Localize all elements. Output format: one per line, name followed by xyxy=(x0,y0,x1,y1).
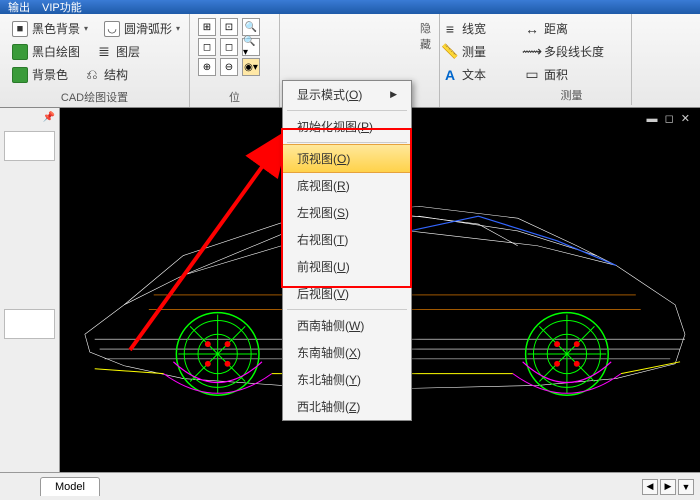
tool-icon[interactable]: ⊡ xyxy=(220,18,238,36)
tool-icon[interactable]: ◻ xyxy=(198,38,216,56)
menu-ne-iso[interactable]: 东北轴侧(Y) xyxy=(283,366,411,393)
menu-key: R xyxy=(337,179,346,193)
menu-text: 西北轴侧 xyxy=(297,400,345,414)
menu-key: O xyxy=(337,152,346,166)
menu-top-view[interactable]: 顶视图(O) xyxy=(282,144,412,173)
menu-text: 显示模式 xyxy=(297,88,345,102)
menu-key: W xyxy=(349,319,360,333)
menu-key: V xyxy=(337,287,345,301)
menu-text: 右视图 xyxy=(297,233,333,247)
menu-text: 底视图 xyxy=(297,179,333,193)
scroll-right-button[interactable]: ▶ xyxy=(660,479,676,495)
menu-key: S xyxy=(337,206,345,220)
btn-label: 测量 xyxy=(462,43,486,60)
btn-bg-color[interactable]: 背景色 xyxy=(8,64,72,85)
menu-key: T xyxy=(337,233,344,247)
btn-label: 多段线长度 xyxy=(544,43,604,60)
btn-measure[interactable]: 📏测量 xyxy=(438,41,502,62)
pin-icon[interactable]: 📌 xyxy=(0,108,59,127)
annotation-arrow xyxy=(110,120,300,360)
tool-icon[interactable]: ⊕ xyxy=(198,58,216,76)
tool-icon[interactable]: 🔍 xyxy=(242,18,260,36)
menu-key: Y xyxy=(349,373,357,387)
btn-smooth-arc[interactable]: ◡圆滑弧形▾ xyxy=(100,18,184,39)
btn-label: 背景色 xyxy=(32,66,68,83)
menu-key: Z xyxy=(349,400,356,414)
btn-label: 面积 xyxy=(544,66,568,83)
menu-sw-iso[interactable]: 西南轴侧(W) xyxy=(283,312,411,339)
btn-black-bg[interactable]: ■黑色背景▾ xyxy=(8,18,92,39)
tool-icon[interactable]: ◻ xyxy=(220,38,238,56)
btn-linewidth[interactable]: ≡线宽 xyxy=(438,18,502,39)
btn-label: 图层 xyxy=(116,43,140,60)
menu-text: 初始化视图 xyxy=(297,120,357,134)
menu-back-view[interactable]: 后视图(V) xyxy=(283,280,411,307)
view-context-menu: 显示模式(O)▶ 初始化视图(P) 顶视图(O) 底视图(R) 左视图(S) 右… xyxy=(282,80,412,421)
tool-icon[interactable]: ⊞ xyxy=(198,18,216,36)
zoom-dropdown[interactable]: 🔍▾ xyxy=(242,38,260,56)
btn-label: 圆滑弧形 xyxy=(124,20,172,37)
polyline-icon: ⟿ xyxy=(524,44,540,60)
menu-text: 东南轴侧 xyxy=(297,346,345,360)
btn-structure[interactable]: ⎌结构 xyxy=(80,64,132,85)
btn-text[interactable]: A文本 xyxy=(438,64,502,85)
menu-key: P xyxy=(361,120,369,134)
btn-label: 线宽 xyxy=(462,20,486,37)
menu-key: X xyxy=(349,346,357,360)
measure-icon: 📏 xyxy=(442,44,458,60)
panel-box[interactable] xyxy=(4,131,55,161)
menu-text: 顶视图 xyxy=(297,152,333,166)
menu-front-view[interactable]: 前视图(U) xyxy=(283,253,411,280)
panel-box[interactable] xyxy=(4,309,55,339)
scroll-left-button[interactable]: ◀ xyxy=(642,479,658,495)
submenu-arrow-icon: ▶ xyxy=(390,89,397,100)
menu-text: 西南轴侧 xyxy=(297,319,345,333)
group-label-cad: CAD绘图设置 xyxy=(8,87,181,105)
btn-label: 黑色背景 xyxy=(32,20,80,37)
btn-polyline-length[interactable]: ⟿多段线长度 xyxy=(520,41,623,62)
area-icon: ▭ xyxy=(524,67,540,83)
btn-area[interactable]: ▭面积 xyxy=(520,64,623,85)
scroll-down-button[interactable]: ▼ xyxy=(678,479,694,495)
menu-key: U xyxy=(337,260,346,274)
menu-display-mode[interactable]: 显示模式(O)▶ xyxy=(283,81,411,108)
menu-left-view[interactable]: 左视图(S) xyxy=(283,199,411,226)
layers-icon: ≣ xyxy=(96,44,112,60)
title-menu-vip[interactable]: VIP功能 xyxy=(42,0,82,15)
status-bar: Model ◀ ▶ ▼ xyxy=(0,472,700,500)
menu-key: O xyxy=(349,88,358,102)
btn-label: 黑白绘图 xyxy=(32,43,80,60)
menu-text: 左视图 xyxy=(297,206,333,220)
tab-model[interactable]: Model xyxy=(40,477,100,496)
title-menu-output[interactable]: 输出 xyxy=(8,0,30,15)
menu-text: 东北轴侧 xyxy=(297,373,345,387)
menu-bottom-view[interactable]: 底视图(R) xyxy=(283,172,411,199)
btn-label: 文本 xyxy=(462,66,486,83)
view-dropdown[interactable]: ◉▾ xyxy=(242,58,260,76)
menu-text: 后视图 xyxy=(297,287,333,301)
distance-icon: ↔ xyxy=(524,21,540,37)
linewidth-icon: ≡ xyxy=(442,21,458,37)
text-icon: A xyxy=(442,67,458,83)
menu-right-view[interactable]: 右视图(T) xyxy=(283,226,411,253)
btn-label: 距离 xyxy=(544,20,568,37)
btn-label: 结构 xyxy=(104,66,128,83)
left-panel: 📌 xyxy=(0,108,60,472)
btn-distance[interactable]: ↔距离 xyxy=(520,18,623,39)
menu-se-iso[interactable]: 东南轴侧(X) xyxy=(283,339,411,366)
btn-layers[interactable]: ≣图层 xyxy=(92,41,144,62)
structure-icon: ⎌ xyxy=(84,67,100,83)
tool-icon[interactable]: ⊖ xyxy=(220,58,238,76)
btn-bw-draw[interactable]: 黑白绘图 xyxy=(8,41,84,62)
menu-init-view[interactable]: 初始化视图(P) xyxy=(283,113,411,140)
group-label-pos: 位 xyxy=(198,87,271,105)
menu-nw-iso[interactable]: 西北轴侧(Z) xyxy=(283,393,411,420)
menu-text: 前视图 xyxy=(297,260,333,274)
group-label-measure: 测量 xyxy=(520,85,623,103)
